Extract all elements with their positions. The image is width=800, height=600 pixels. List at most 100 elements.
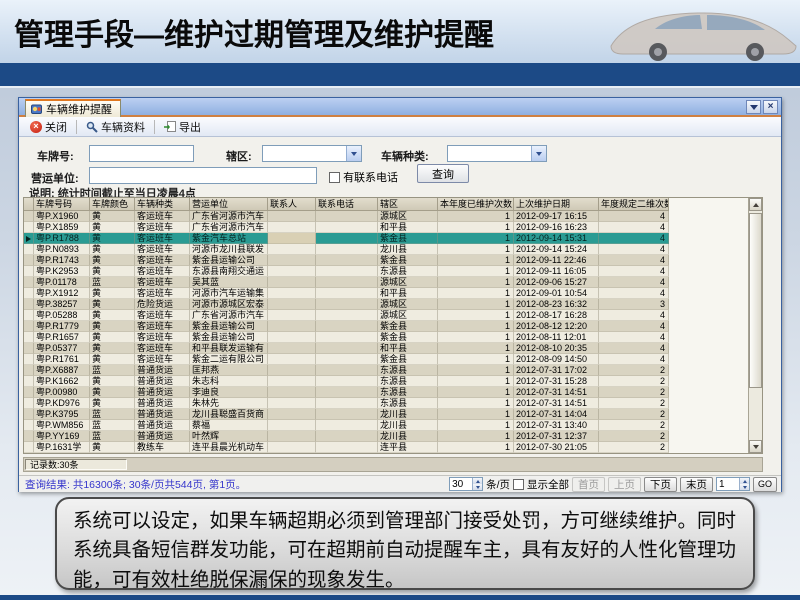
grid-cell[interactable] [316,255,378,266]
grid-cell[interactable]: 粤P.KD976 [34,398,90,409]
grid-cell[interactable]: 2012-08-09 14:50 [514,354,599,365]
prev-page-button[interactable]: 上页 [608,477,641,492]
grid-cell[interactable] [316,409,378,420]
grid-cell[interactable]: 和平县 [378,288,438,299]
grid-cell[interactable]: 普通货运 [135,431,190,442]
grid-cell[interactable]: 紫金县运输公司 [190,332,268,343]
grid-cell[interactable]: 粤P.R1743 [34,255,90,266]
column-header[interactable]: 车辆种类 [135,198,190,211]
grid-cell[interactable]: 蓝 [90,409,135,420]
grid-cell[interactable]: 东源县 [378,365,438,376]
grid-cell[interactable]: 2012-07-31 13:40 [514,420,599,431]
grid-cell[interactable]: 黄 [90,310,135,321]
column-header[interactable]: 本年度已维护次数 [438,198,514,211]
grid-cell[interactable]: 匡邦燕 [190,365,268,376]
grid-cell[interactable] [316,266,378,277]
grid-cell[interactable]: 粤P.K1662 [34,376,90,387]
grid-cell[interactable]: 危险货运 [135,299,190,310]
grid-cell[interactable]: 1 [438,321,514,332]
grid-cell[interactable]: 1 [438,332,514,343]
grid-cell[interactable]: 黄 [90,321,135,332]
table-row[interactable]: 粤P.1631学黄教练车连平县晨光机动车连平县12012-07-30 21:05… [24,442,748,453]
spin-down-icon[interactable] [472,484,482,490]
grid-cell[interactable]: 黄 [90,288,135,299]
grid-cell[interactable]: 2 [599,409,669,420]
grid-cell[interactable]: 黄 [90,398,135,409]
export-button[interactable]: 导出 [158,118,207,136]
grid-cell[interactable] [316,321,378,332]
grid-cell[interactable] [316,299,378,310]
grid-cell[interactable]: 吴其蓝 [190,277,268,288]
grid-cell[interactable]: 2012-07-31 17:02 [514,365,599,376]
grid-cell[interactable] [316,420,378,431]
table-row[interactable]: 粤P.K3795蓝普通货运龙川县聪盛百货商龙川县12012-07-31 14:0… [24,409,748,420]
grid-cell[interactable]: 东源县 [378,387,438,398]
grid-cell[interactable]: 黄 [90,354,135,365]
grid-cell[interactable]: 2012-08-10 20:35 [514,343,599,354]
grid-cell[interactable]: 3 [599,299,669,310]
grid-cell[interactable] [316,310,378,321]
table-row[interactable]: 粤P.R1743黄客运班车紫金县运输公司紫金县12012-09-11 22:46… [24,255,748,266]
grid-cell[interactable]: 1 [438,255,514,266]
table-row[interactable]: 粤P.X1912黄客运班车河源市汽车运输集和平县12012-09-01 10:5… [24,288,748,299]
grid-cell[interactable]: 2012-08-12 12:20 [514,321,599,332]
go-button[interactable]: GO [753,477,777,492]
grid-cell[interactable]: 河源市龙川县联发 [190,244,268,255]
grid-cell[interactable] [268,222,316,233]
next-page-button[interactable]: 下页 [644,477,677,492]
grid-cell[interactable]: 紫金县 [378,354,438,365]
grid-cell[interactable] [316,233,378,244]
grid-cell[interactable]: 连平县晨光机动车 [190,442,268,453]
grid-cell[interactable] [268,365,316,376]
grid-cell[interactable]: 2 [599,398,669,409]
table-row[interactable]: 粤P.R1761黄客运班车紫金二运有限公司紫金县12012-08-09 14:5… [24,354,748,365]
grid-cell[interactable]: 蓝 [90,277,135,288]
grid-cell[interactable]: 粤P.WM856 [34,420,90,431]
grid-cell[interactable] [268,288,316,299]
column-header[interactable]: 车牌号码 [34,198,90,211]
grid-cell[interactable]: 2012-07-31 14:04 [514,409,599,420]
grid-cell[interactable]: 源城区 [378,299,438,310]
grid-cell[interactable]: 客运班车 [135,332,190,343]
grid-cell[interactable]: 粤P.R1761 [34,354,90,365]
table-row[interactable]: 粤P.YY169蓝普通货运叶然辉龙川县12012-07-31 12:372 [24,431,748,442]
grid-cell[interactable] [316,244,378,255]
spin-down-icon[interactable] [739,484,749,490]
grid-cell[interactable]: 2012-09-01 10:54 [514,288,599,299]
grid-cell[interactable]: 源城区 [378,277,438,288]
grid-cell[interactable]: 4 [599,222,669,233]
grid-cell[interactable]: 客运班车 [135,255,190,266]
window-menu-button[interactable] [746,100,761,114]
grid-cell[interactable]: 2012-07-31 12:37 [514,431,599,442]
grid-cell[interactable]: 1 [438,387,514,398]
grid-cell[interactable]: 黄 [90,387,135,398]
grid-cell[interactable]: 黄 [90,211,135,222]
grid-cell[interactable]: 1 [438,244,514,255]
column-header[interactable]: 年度规定二维次数 [599,198,669,211]
grid-cell[interactable]: 2012-08-11 12:01 [514,332,599,343]
grid-cell[interactable]: 普通货运 [135,420,190,431]
table-row[interactable]: 粤P.N0893黄客运班车河源市龙川县联发龙川县12012-09-14 15:2… [24,244,748,255]
last-page-button[interactable]: 末页 [680,477,713,492]
grid-cell[interactable]: 2012-08-23 16:32 [514,299,599,310]
grid-cell[interactable]: 2012-07-31 14:51 [514,387,599,398]
grid-cell[interactable]: 蓝 [90,365,135,376]
grid-cell[interactable]: 2012-07-30 21:05 [514,442,599,453]
grid-cell[interactable]: 连平县 [378,442,438,453]
grid-cell[interactable] [268,420,316,431]
vehicle-info-button[interactable]: 车辆资料 [80,118,151,136]
grid-cell[interactable]: 4 [599,310,669,321]
grid-cell[interactable]: 2012-09-11 16:05 [514,266,599,277]
grid-cell[interactable]: 2 [599,431,669,442]
grid-cell[interactable]: 4 [599,244,669,255]
grid-cell[interactable]: 东源县 [378,376,438,387]
grid-cell[interactable]: 普通货运 [135,365,190,376]
page-number-input[interactable] [717,478,739,490]
grid-cell[interactable]: 粤P.K3795 [34,409,90,420]
grid-cell[interactable]: 粤P.38257 [34,299,90,310]
plate-input[interactable] [89,145,194,162]
grid-cell[interactable]: 1 [438,365,514,376]
table-row[interactable]: 粤P.01178蓝客运班车吴其蓝源城区12012-09-06 15:274 [24,277,748,288]
grid-cell[interactable]: 4 [599,354,669,365]
grid-cell[interactable]: 和平县联发运输有 [190,343,268,354]
